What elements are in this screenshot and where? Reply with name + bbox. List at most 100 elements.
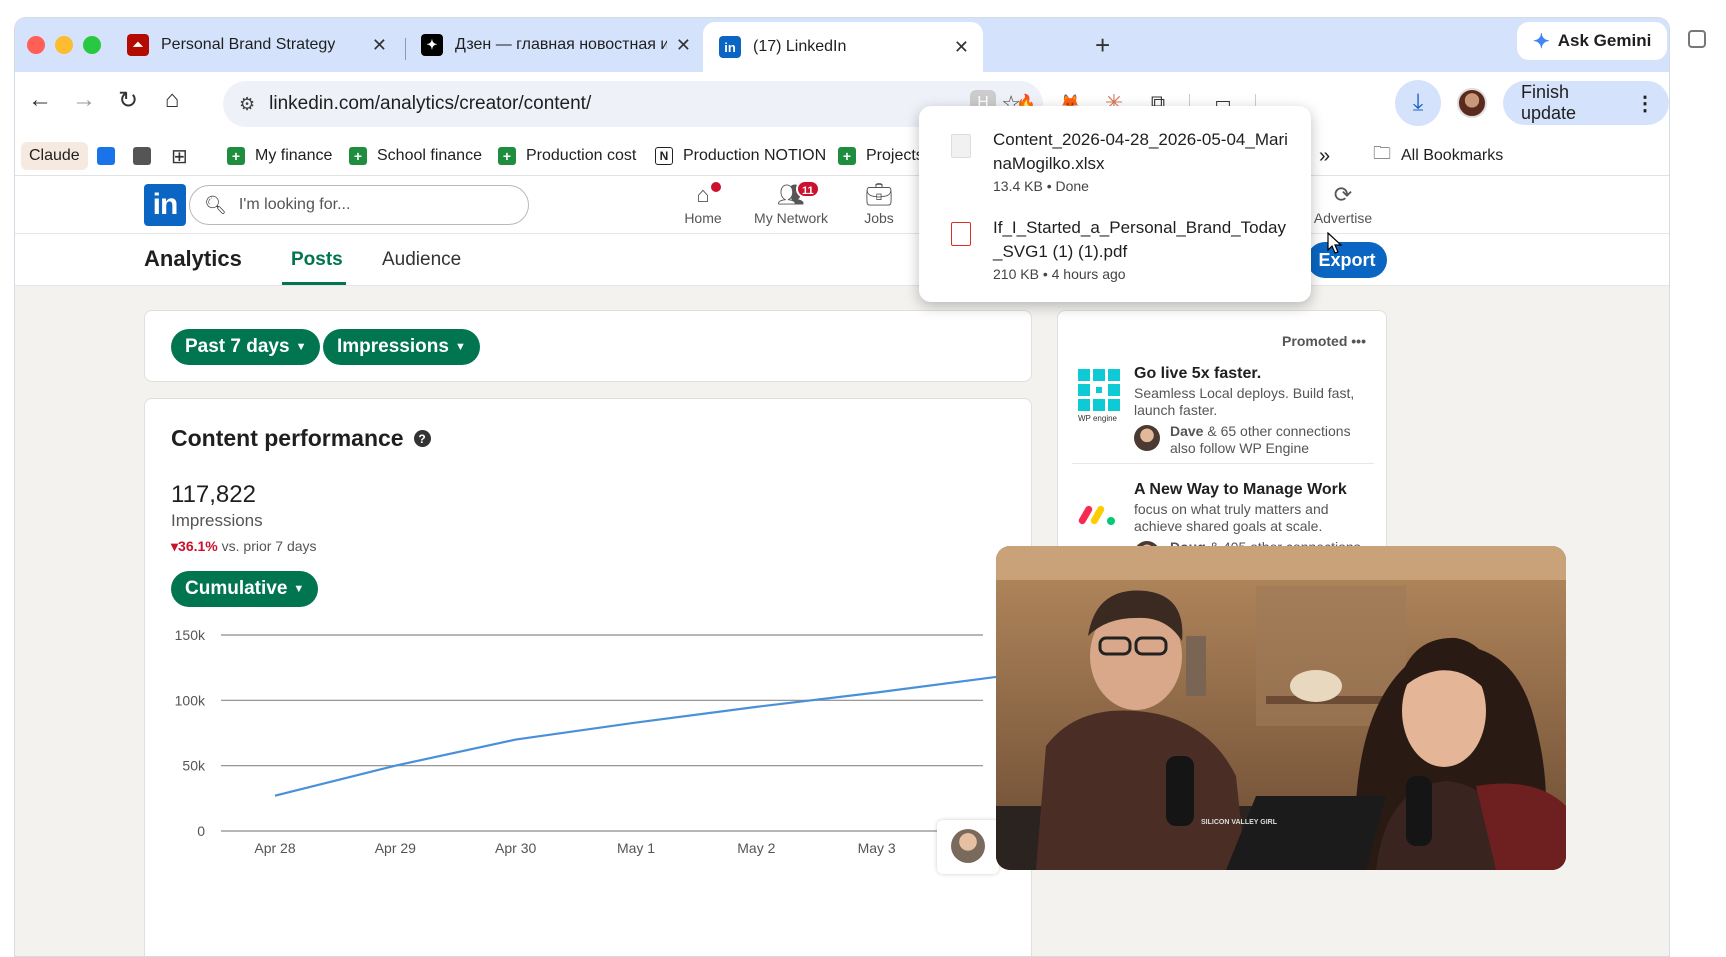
content-performance-card: Content performance ? 117,822 Impression… [144, 398, 1032, 956]
ad-social-proof: Dave & 65 other connections also follow … [1134, 423, 1374, 457]
help-icon[interactable]: ? [413, 430, 431, 447]
new-tab-icon[interactable]: + [1095, 30, 1110, 61]
decrease-arrow-icon: ▾ [171, 538, 179, 554]
metric-dropdown[interactable]: Impressions ▼ [323, 329, 480, 365]
reload-icon[interactable]: ↻ [113, 86, 143, 115]
bookmark-production-notion[interactable]: N Production NOTION [655, 142, 826, 170]
impressions-series-line [274, 675, 998, 797]
analytics-title: Analytics [144, 246, 242, 271]
sheets-icon: + [498, 147, 516, 165]
more-bookmarks-icon[interactable]: » [1319, 142, 1330, 170]
y-tick-label: 100k [175, 692, 206, 708]
export-button[interactable]: Export [1307, 242, 1387, 278]
jobs-icon: 💼︎ [865, 182, 893, 207]
x-tick-label: Apr 30 [495, 840, 536, 856]
zoom-window-button[interactable] [83, 36, 101, 54]
minimize-window-button[interactable] [55, 36, 73, 54]
ad-item-wp-engine[interactable]: Go live 5x faster. Seamless Local deploy… [1134, 365, 1374, 457]
linkedin-search-bar[interactable]: 🔍︎ [189, 185, 529, 225]
dzen-icon: ✦ [421, 34, 443, 56]
caret-down-icon: ▼ [454, 341, 466, 353]
close-tab-icon[interactable]: ✕ [954, 37, 969, 58]
gemini-sparkle-icon: ✦ [1533, 30, 1550, 53]
pdf-file-icon [951, 222, 971, 246]
folder-icon: 🗀 [1373, 143, 1391, 163]
site-settings-icon[interactable]: ⚙ [239, 94, 255, 115]
metric-label: Impressions [171, 511, 263, 530]
x-tick-label: May 1 [617, 840, 655, 856]
analytics-subnav: Analytics Posts Audience Export [15, 234, 1669, 286]
monday-logo[interactable] [1078, 491, 1120, 533]
ad-divider [1072, 463, 1374, 464]
tab-linkedin[interactable]: in (17) LinkedIn ✕ [703, 22, 983, 72]
x-tick-label: Apr 29 [375, 840, 416, 856]
search-input[interactable] [238, 196, 499, 214]
more-options-icon[interactable]: ••• [1351, 333, 1366, 349]
close-window-button[interactable] [27, 36, 45, 54]
y-tick-label: 50k [182, 758, 206, 774]
messaging-avatar-card[interactable] [937, 820, 999, 874]
nav-jobs[interactable]: 💼︎ Jobs [829, 180, 929, 226]
impressions-total: 117,822 [171, 481, 256, 508]
linkedin-logo[interactable]: in [144, 184, 186, 226]
wp-engine-logo[interactable] [1078, 369, 1120, 411]
video-frame-image: SILICON VALLEY GIRL [996, 546, 1566, 870]
bookmark-gray-square[interactable] [133, 142, 151, 170]
mouse-cursor-icon [1327, 231, 1343, 259]
bookmark-blue-square[interactable] [97, 142, 115, 170]
downloads-icon[interactable]: ⤓ [1395, 80, 1441, 126]
mic-label: SILICON VALLEY GIRL [1201, 819, 1278, 826]
blue-square-icon [97, 147, 115, 165]
network-icon: 👥︎ 11 [741, 180, 841, 210]
bookmark-production-cost[interactable]: + Production cost [498, 142, 636, 170]
home-icon: ⌂ [653, 180, 753, 210]
apps-grid-icon[interactable]: ⊞ [171, 142, 188, 170]
date-range-dropdown[interactable]: Past 7 days ▼ [171, 329, 321, 365]
tab-bar: ⏶ Personal Brand Strategy ✕ ✦ Дзен — гла… [15, 18, 1669, 72]
video-overlay: SILICON VALLEY GIRL [996, 546, 1566, 870]
bookmarks-bar: Claude ⊞ + My finance + School finance +… [15, 136, 1669, 176]
wp-engine-caption: WP engine [1078, 414, 1117, 423]
search-icon: 🔍︎ [204, 194, 227, 215]
caret-down-icon: ▼ [293, 583, 305, 595]
browser-toolbar: ← → ↻ ⌂ ⚙ linkedin.com/analytics/creator… [15, 72, 1669, 136]
home-icon[interactable]: ⌂ [157, 86, 187, 114]
forward-arrow-icon[interactable]: → [69, 86, 99, 114]
back-arrow-icon[interactable]: ← [25, 86, 55, 114]
tab-posts[interactable]: Posts [291, 249, 343, 271]
sheets-icon: + [227, 147, 245, 165]
y-tick-label: 150k [175, 627, 206, 643]
bookmark-projects[interactable]: + Projects [838, 142, 924, 170]
close-tab-icon[interactable]: ✕ [676, 35, 691, 56]
gray-square-icon [133, 147, 151, 165]
tab-audience[interactable]: Audience [382, 249, 461, 271]
menu-kebab-icon[interactable]: ⋮ [1635, 91, 1655, 116]
promoted-label: Promoted ••• [1282, 333, 1366, 349]
bookmark-my-finance[interactable]: + My finance [227, 142, 332, 170]
profile-avatar[interactable] [1457, 88, 1487, 118]
avatar [951, 829, 985, 863]
change-suffix: vs. prior 7 days [221, 538, 317, 554]
content-performance-title: Content performance ? [171, 425, 431, 452]
sheets-icon: + [838, 147, 856, 165]
nav-my-network[interactable]: 👥︎ 11 My Network [741, 180, 841, 226]
bookmark-claude[interactable]: Claude [21, 142, 88, 170]
tab-dzen[interactable]: ✦ Дзен — главная новостная и ✕ [405, 22, 705, 68]
close-tab-icon[interactable]: ✕ [372, 35, 387, 56]
change-indicator: ▾36.1% vs. prior 7 days [171, 538, 317, 555]
finish-update-button[interactable]: Finish update ⋮ [1503, 81, 1669, 125]
tab-personal-brand-strategy[interactable]: ⏶ Personal Brand Strategy ✕ [111, 22, 401, 68]
cumulative-dropdown[interactable]: Cumulative ▼ [171, 571, 319, 607]
ask-gemini-button[interactable]: ✦ Ask Gemini [1517, 22, 1668, 60]
notification-dot [709, 180, 723, 194]
nav-home[interactable]: ⌂ Home [653, 180, 753, 226]
linkedin-icon: in [719, 36, 741, 58]
promoted-ads-card: Promoted ••• WP engine Go live 5x faster… [1057, 310, 1387, 580]
filter-card: Past 7 days ▼ Impressions ▼ [144, 310, 1032, 382]
y-tick-label: 0 [197, 823, 205, 839]
bookmark-school-finance[interactable]: + School finance [349, 142, 482, 170]
side-panel-icon[interactable] [1688, 30, 1706, 48]
x-tick-label: May 2 [737, 840, 775, 856]
all-bookmarks-folder[interactable]: 🗀 All Bookmarks [1373, 142, 1503, 170]
sheets-icon: + [349, 147, 367, 165]
